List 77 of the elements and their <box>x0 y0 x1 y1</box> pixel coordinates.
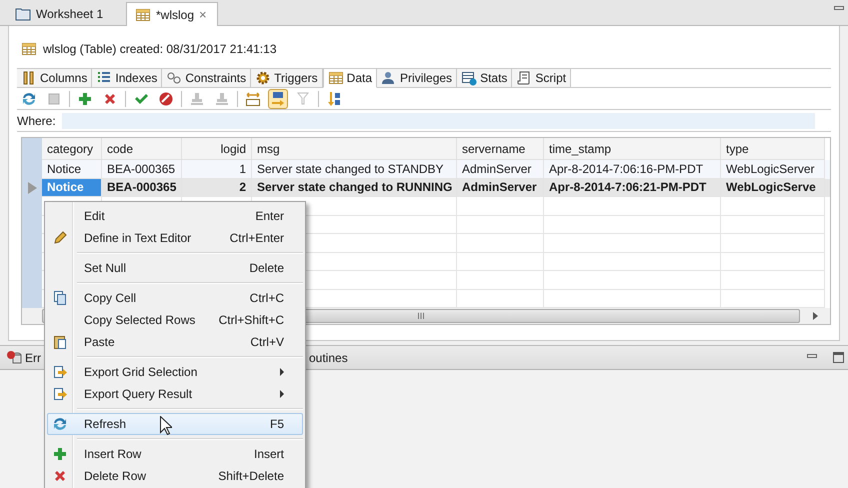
toolbar-button[interactable] <box>268 88 288 108</box>
paste-icon <box>52 334 68 350</box>
table-cell: 2 <box>182 178 252 198</box>
stats-icon <box>461 70 478 86</box>
table-cell: BEA-000365 <box>102 178 182 198</box>
maximize-icon[interactable] <box>833 352 844 363</box>
table-cell: Server state changed to RUNNING <box>252 178 457 198</box>
filter-icon <box>295 90 311 106</box>
refresh-icon <box>52 416 68 432</box>
stamp-icon <box>189 90 205 106</box>
minimize-icon[interactable] <box>807 354 817 358</box>
table-row[interactable]: Notice BEA-000365 1 Server state changed to STANDBY AdminServer Apr-8-2014-7:06:16-PM-PDT WebLogicServer <box>22 160 830 179</box>
menu-item[interactable]: Set Null Delete <box>47 257 303 279</box>
column-header[interactable]: code <box>102 138 182 160</box>
sub-tab[interactable]: Privileges <box>377 69 458 87</box>
table-cell: Notice <box>42 178 102 198</box>
copy-icon <box>52 290 68 306</box>
menu-item[interactable]: Copy Cell Ctrl+C <box>47 287 303 309</box>
gear-icon <box>255 70 272 86</box>
refresh-icon <box>21 90 37 106</box>
table-icon <box>135 6 151 22</box>
panel-tab[interactable]: Err <box>25 350 41 364</box>
plus-icon <box>52 446 68 462</box>
column-header[interactable]: logid <box>182 138 252 160</box>
column-header[interactable]: time_stamp <box>544 138 721 160</box>
submenu-arrow-icon <box>280 390 284 398</box>
column-header[interactable]: msg <box>252 138 457 160</box>
scroll-icon <box>516 70 532 86</box>
mouse-cursor-icon <box>160 416 172 435</box>
menu-item[interactable]: Insert Row Insert <box>47 443 303 465</box>
link-icon <box>166 70 182 86</box>
sub-tab[interactable]: Constraints <box>162 69 252 87</box>
close-icon[interactable]: × <box>199 7 207 22</box>
table-cell: AdminServer <box>457 178 544 198</box>
menu-item[interactable]: Paste Ctrl+V <box>47 331 303 353</box>
folder-icon <box>15 6 31 22</box>
sub-tab[interactable]: Script <box>512 69 572 87</box>
sort-icon <box>270 90 286 106</box>
menu-item[interactable]: Edit Enter <box>47 205 303 227</box>
sub-tab[interactable]: Stats <box>457 69 512 87</box>
sub-tab[interactable]: Indexes <box>92 69 162 87</box>
table-cell: WebLogicServe <box>721 178 825 198</box>
column-header[interactable]: category <box>42 138 102 160</box>
editor-tab[interactable]: *wlslog × <box>126 2 218 26</box>
where-label: Where: <box>17 114 56 128</box>
table-row[interactable]: Notice BEA-000365 2 Server state changed to RUNNING AdminServer Apr-8-2014-7:06:21-PM-PDT WebLogicServe <box>22 178 830 198</box>
sub-tab[interactable]: Columns <box>17 69 92 87</box>
submenu-arrow-icon <box>280 368 284 376</box>
table-cell: Apr-8-2014-7:06:21-PM-PDT <box>544 178 721 198</box>
column-header[interactable]: servername <box>457 138 544 160</box>
menu-item[interactable]: Delete Row Shift+Delete <box>47 465 303 487</box>
minimize-icon[interactable] <box>834 6 844 10</box>
menu-item[interactable]: Refresh F5 <box>47 413 303 435</box>
scroll-right-icon[interactable] <box>812 312 818 320</box>
menu-item[interactable]: Export Query Result <box>47 383 303 405</box>
panel-tab[interactable]: outines <box>309 350 348 364</box>
editor-tab[interactable]: Worksheet 1 <box>6 1 126 25</box>
cancel-icon <box>158 90 174 106</box>
plus-icon <box>77 90 93 106</box>
column-width-icon <box>245 90 261 106</box>
row-header[interactable] <box>22 290 42 308</box>
table-info-title: wlslog (Table) created: 08/31/2017 21:41:13 <box>43 42 276 56</box>
sub-tab[interactable]: Triggers <box>251 69 323 87</box>
menu-item[interactable]: Define in Text Editor Ctrl+Enter <box>47 227 303 249</box>
row-header <box>22 138 42 160</box>
export-icon <box>52 386 68 402</box>
export-icon <box>52 364 68 380</box>
table-icon <box>328 70 344 86</box>
sort-descending-icon <box>326 90 342 106</box>
stop-icon <box>46 90 62 106</box>
stamp-icon <box>214 90 230 106</box>
error-database-icon <box>6 350 22 366</box>
table-icon <box>21 41 37 57</box>
pencil-icon <box>52 230 68 246</box>
sub-tab[interactable]: Data <box>322 69 378 88</box>
menu-item[interactable]: Export Grid Selection <box>47 361 303 383</box>
column-header[interactable]: type <box>721 138 825 160</box>
